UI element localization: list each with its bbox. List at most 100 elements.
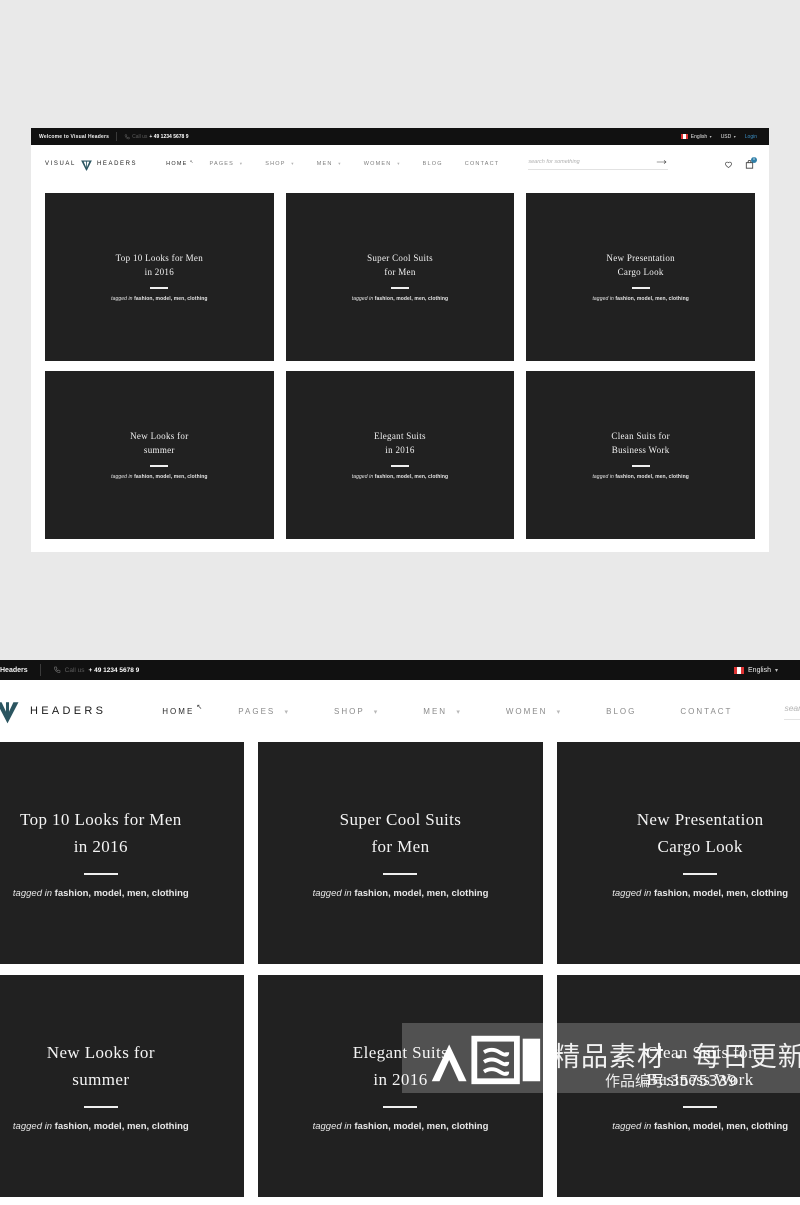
- language-label: English: [748, 666, 771, 674]
- card-grid: Top 10 Looks for Men in 2016 tagged in f…: [31, 183, 769, 553]
- arrow-right-icon[interactable]: [656, 158, 668, 166]
- card-divider: [631, 465, 650, 467]
- card-title: New Presentation Cargo Look: [606, 252, 675, 280]
- nav-label: SHOP: [334, 706, 365, 716]
- phone-number[interactable]: + 49 1234 5678 9: [89, 667, 140, 674]
- currency-selector[interactable]: USD ▾: [721, 134, 736, 140]
- card[interactable]: New Looks for summer tagged in fashion, …: [0, 975, 244, 1197]
- tag-list: fashion, model, men, clothing: [615, 473, 689, 480]
- card-title-line1: Super Cool Suits: [339, 810, 462, 830]
- nav-item-home[interactable]: HOME ↖: [155, 159, 198, 167]
- nav-item-pages[interactable]: PAGES ▾: [216, 707, 312, 716]
- card-title: New Looks for summer: [47, 1040, 155, 1093]
- card[interactable]: New Looks for summer tagged in fashion, …: [45, 371, 274, 539]
- flag-icon: [734, 666, 745, 674]
- card-title-line1: Top 10 Looks for Men: [19, 810, 182, 830]
- heart-icon[interactable]: [724, 160, 733, 169]
- nav-item-shop[interactable]: SHOP ▾: [312, 707, 401, 716]
- nav-item-blog[interactable]: BLOG: [584, 707, 658, 716]
- nav-item-women[interactable]: WOMEN ▾: [484, 707, 584, 716]
- search-box[interactable]: [528, 158, 669, 170]
- card-divider: [683, 1105, 718, 1108]
- search-input[interactable]: [528, 159, 629, 165]
- tag-prefix: tagged in: [351, 295, 374, 302]
- search-input[interactable]: [784, 703, 800, 713]
- call-us-label: Call us: [64, 666, 85, 674]
- zoomed-top-utility-bar: Headers Call us + 49 1234 5678 9 English…: [0, 660, 800, 680]
- card-title-line2: in 2016: [73, 836, 128, 856]
- nav-label: HOME: [162, 706, 195, 716]
- card-tags: tagged in fashion, model, men, clothing: [313, 888, 489, 899]
- zoomed-card-grid: Top 10 Looks for Men in 2016 tagged in f…: [0, 742, 800, 1197]
- tag-prefix: tagged in: [111, 295, 133, 302]
- phone-number[interactable]: + 49 1234 5678 9: [149, 134, 188, 140]
- card[interactable]: Clean Suits for Business Work tagged in …: [526, 371, 755, 539]
- phone-block: Call us + 49 1234 5678 9: [53, 666, 140, 674]
- card-title-line1: New Presentation: [606, 253, 675, 264]
- card-title-line1: Clean Suits for: [646, 1043, 755, 1063]
- card[interactable]: Super Cool Suits for Men tagged in fashi…: [285, 193, 515, 361]
- nav-item-shop[interactable]: SHOP ▾: [254, 161, 306, 167]
- card[interactable]: Super Cool Suits for Men tagged in fashi…: [257, 742, 544, 964]
- phone-icon: [124, 134, 130, 139]
- tag-prefix: tagged in: [111, 473, 133, 480]
- cart-button[interactable]: 0: [744, 156, 757, 170]
- tag-list: fashion, model, men, clothing: [374, 473, 449, 480]
- card[interactable]: New Presentation Cargo Look tagged in fa…: [557, 742, 800, 964]
- search-box[interactable]: [784, 702, 800, 720]
- nav-item-contact[interactable]: CONTACT: [658, 707, 754, 716]
- language-selector[interactable]: English ▾: [681, 134, 712, 140]
- tag-prefix: tagged in: [351, 473, 374, 480]
- card-tags: tagged in fashion, model, men, clothing: [111, 296, 207, 302]
- tag-list: fashion, model, men, clothing: [54, 1120, 189, 1132]
- site-logo[interactable]: VISUAL HEADERS: [45, 158, 137, 171]
- tag-list: fashion, model, men, clothing: [134, 295, 208, 302]
- nav-home-superscript: ↖: [189, 159, 195, 164]
- card-title-line2: for Men: [371, 836, 430, 856]
- card-title-line2: in 2016: [373, 1069, 428, 1089]
- chevron-down-icon: ▾: [556, 708, 563, 716]
- card-tags: tagged in fashion, model, men, clothing: [592, 296, 688, 302]
- call-us-label: Call us: [132, 133, 148, 140]
- nav-item-pages[interactable]: PAGES ▾: [198, 161, 254, 167]
- zoomed-language-selector[interactable]: English ▾: [734, 666, 800, 674]
- card-title: Elegant Suits in 2016: [374, 430, 426, 458]
- card-divider: [390, 287, 409, 289]
- card-title-line2: summer: [143, 445, 175, 456]
- card-title-line1: Elegant Suits: [352, 1043, 449, 1063]
- card[interactable]: Elegant Suits in 2016 tagged in fashion,…: [285, 371, 515, 539]
- nav-item-men[interactable]: MEN ▾: [306, 161, 353, 167]
- nav-label: WOMEN: [505, 706, 548, 716]
- primary-nav: HOME ↖ PAGES ▾ SHOP ▾ MEN ▾ WOMEN ▾ BLOG…: [155, 159, 511, 167]
- card[interactable]: Top 10 Looks for Men in 2016 tagged in f…: [45, 193, 274, 361]
- chevron-down-icon: ▾: [338, 161, 342, 166]
- nav-item-men[interactable]: MEN ▾: [401, 707, 484, 716]
- card-tags: tagged in fashion, model, men, clothing: [111, 474, 207, 480]
- tag-list: fashion, model, men, clothing: [615, 295, 689, 302]
- card-title-line2: Cargo Look: [617, 267, 664, 278]
- logo-text-right: HEADERS: [96, 161, 138, 167]
- tag-list: fashion, model, men, clothing: [354, 887, 489, 899]
- card-divider: [383, 1105, 418, 1108]
- card[interactable]: Top 10 Looks for Men in 2016 tagged in f…: [0, 742, 244, 964]
- card-tags: tagged in fashion, model, men, clothing: [313, 1121, 489, 1132]
- v-shield-logo-icon: [81, 159, 92, 171]
- card[interactable]: Clean Suits for Business Work tagged in …: [557, 975, 800, 1197]
- card-divider: [383, 872, 418, 875]
- login-link[interactable]: Login: [745, 134, 757, 140]
- site-logo[interactable]: HEADERS: [0, 698, 106, 725]
- nav-item-home[interactable]: HOME ↖: [140, 704, 216, 716]
- currency-label: USD: [720, 133, 732, 140]
- card-divider: [631, 287, 650, 289]
- card-tags: tagged in fashion, model, men, clothing: [13, 1121, 189, 1132]
- nav-item-contact[interactable]: CONTACT: [454, 161, 511, 167]
- card[interactable]: Elegant Suits in 2016 tagged in fashion,…: [257, 975, 544, 1197]
- nav-home-superscript: ↖: [196, 703, 205, 711]
- nav-item-women[interactable]: WOMEN ▾: [353, 161, 412, 167]
- card-title: Clean Suits for Business Work: [611, 430, 670, 458]
- card-tags: tagged in fashion, model, men, clothing: [592, 474, 688, 480]
- chevron-down-icon: ▾: [373, 708, 380, 716]
- card[interactable]: New Presentation Cargo Look tagged in fa…: [526, 193, 755, 361]
- chevron-down-icon: ▾: [284, 708, 291, 716]
- nav-item-blog[interactable]: BLOG: [412, 161, 454, 167]
